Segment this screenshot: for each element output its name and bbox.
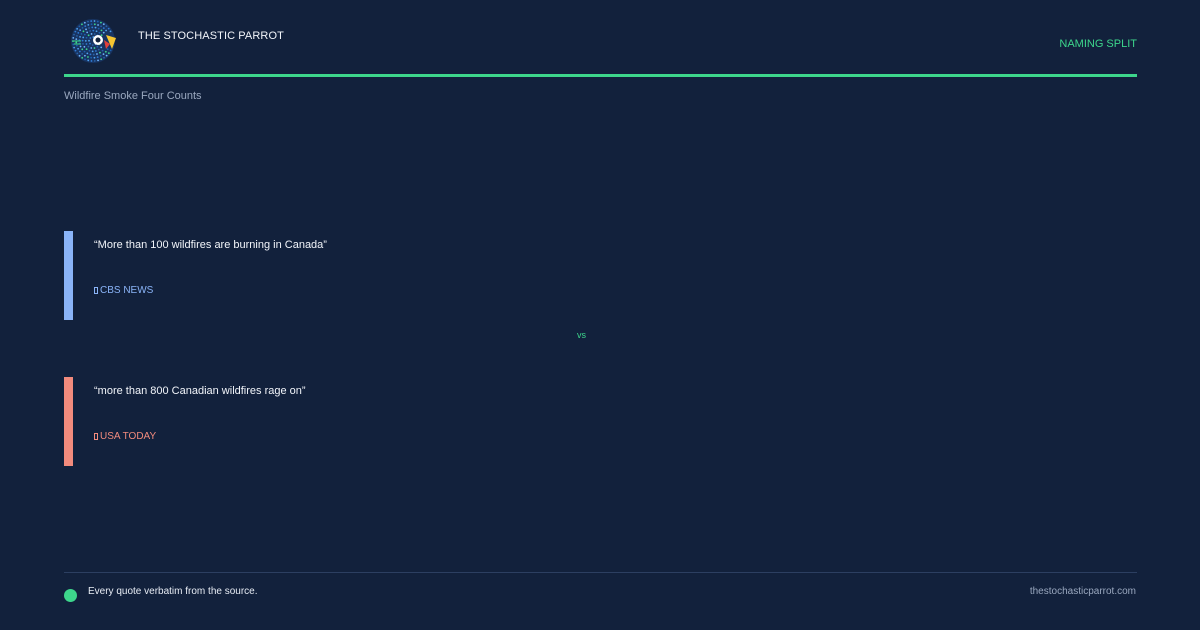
quote-source: CBS NEWS	[94, 285, 153, 296]
source-icon	[94, 433, 98, 440]
page-subtitle: Wildfire Smoke Four Counts	[64, 90, 202, 102]
footer-dot-icon	[64, 589, 77, 602]
brand-name: THE STOCHASTIC PARROT	[138, 30, 284, 42]
footer-url-link[interactable]: thestochasticparrot.com	[1030, 586, 1136, 597]
quote-card-cbs: “More than 100 wildfires are burning in …	[64, 231, 664, 320]
header: THE STOCHASTIC PARROT NAMING SPLIT	[64, 14, 1137, 74]
quote-accent-bar	[64, 231, 73, 320]
quote-source: USA TODAY	[94, 431, 156, 442]
source-icon	[94, 287, 98, 294]
quote-accent-bar	[64, 377, 73, 466]
category-tag: NAMING SPLIT	[1059, 38, 1137, 50]
vs-label: vs	[577, 330, 586, 340]
source-name: USA TODAY	[100, 431, 157, 442]
quote-text: “more than 800 Canadian wildfires rage o…	[94, 385, 306, 397]
source-name: CBS NEWS	[100, 285, 154, 296]
footer-note: Every quote verbatim from the source.	[88, 586, 258, 597]
quote-card-usatoday: “more than 800 Canadian wildfires rage o…	[64, 377, 664, 466]
parrot-logo-icon	[71, 19, 116, 63]
quote-text: “More than 100 wildfires are burning in …	[94, 239, 327, 251]
footer-rule	[64, 572, 1137, 573]
header-rule	[64, 74, 1137, 77]
